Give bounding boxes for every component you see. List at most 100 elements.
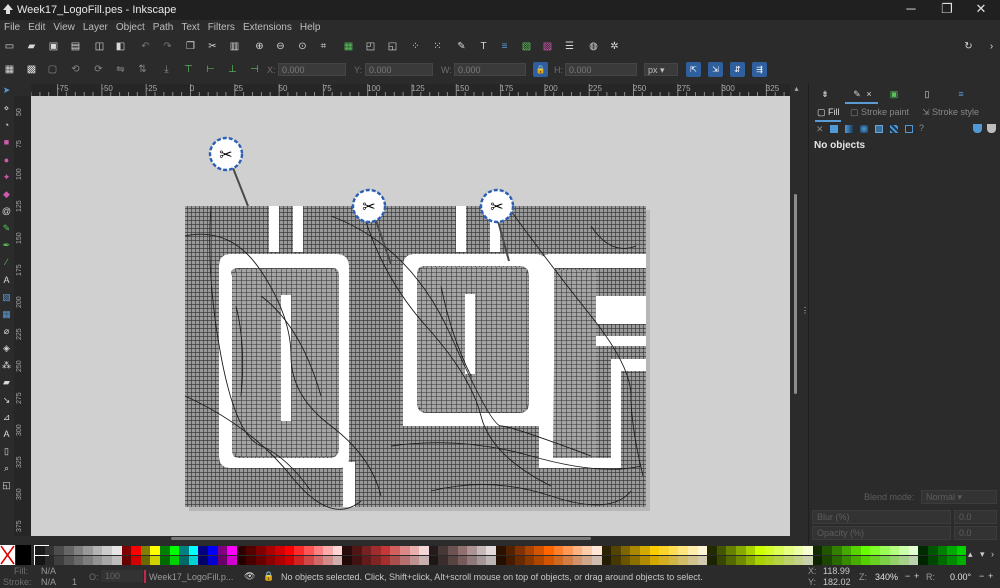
color-swatch[interactable] xyxy=(534,546,544,555)
blend-mode-select[interactable]: Normal ▾ xyxy=(921,490,997,504)
color-swatch[interactable] xyxy=(812,546,823,555)
color-swatch[interactable] xyxy=(236,546,247,555)
color-swatch[interactable] xyxy=(726,556,736,565)
color-swatch[interactable] xyxy=(352,556,362,565)
color-swatch[interactable] xyxy=(332,546,343,555)
color-swatch[interactable] xyxy=(448,546,458,555)
fill-stroke-icon[interactable]: ☰ xyxy=(563,40,576,53)
trim-marker[interactable]: ✂ xyxy=(351,188,387,224)
color-swatch[interactable] xyxy=(822,546,832,555)
color-swatch[interactable] xyxy=(467,546,477,555)
layer-visibility-icon[interactable]: 👁 xyxy=(244,571,255,582)
color-swatch[interactable] xyxy=(102,546,112,555)
color-swatch[interactable] xyxy=(937,556,948,565)
color-swatch[interactable] xyxy=(198,556,208,565)
lock-ratio-icon[interactable]: 🔒 xyxy=(533,62,548,77)
color-swatch[interactable] xyxy=(54,546,64,555)
color-swatch[interactable] xyxy=(438,546,448,555)
color-swatch[interactable] xyxy=(121,546,132,555)
stroke-value[interactable]: N/A xyxy=(41,577,56,587)
color-swatch[interactable] xyxy=(947,556,957,565)
color-swatch[interactable] xyxy=(457,546,468,555)
duplicate-icon[interactable]: ▦ xyxy=(342,40,355,53)
document-properties-icon[interactable]: ◍ xyxy=(587,40,600,53)
color-swatch[interactable] xyxy=(390,556,400,565)
maximize-button[interactable]: ❐ xyxy=(928,0,966,20)
color-swatch[interactable] xyxy=(860,546,871,555)
blur-value-field[interactable]: 0.0 xyxy=(954,510,997,524)
zoom-page-icon[interactable]: ⊙ xyxy=(296,40,309,53)
gradient-tool-icon[interactable]: ▧ xyxy=(0,291,13,304)
color-swatch[interactable] xyxy=(601,556,612,565)
color-swatch[interactable] xyxy=(323,556,333,565)
opacity-slider[interactable]: Opacity (%) xyxy=(812,526,951,540)
color-swatch[interactable] xyxy=(918,556,928,565)
palette-menu-icon[interactable]: › xyxy=(991,549,994,559)
color-swatch[interactable] xyxy=(352,546,362,555)
open-icon[interactable]: ▰ xyxy=(25,40,38,53)
lower-to-bottom-icon[interactable]: ⊣ xyxy=(248,63,261,76)
color-swatch[interactable] xyxy=(112,556,122,565)
clone-icon[interactable]: ◰ xyxy=(364,40,377,53)
color-swatch[interactable] xyxy=(16,545,31,565)
color-swatch[interactable] xyxy=(208,546,218,555)
color-swatch[interactable] xyxy=(150,546,160,555)
dock-handle-icon[interactable]: ⋮ xyxy=(801,306,809,316)
color-swatch[interactable] xyxy=(563,546,573,555)
rotate-ccw-icon[interactable]: ⟲ xyxy=(69,63,82,76)
select-all-layers-icon[interactable]: ▩ xyxy=(25,63,38,76)
color-swatch[interactable] xyxy=(419,546,429,555)
menu-filters[interactable]: Filters xyxy=(204,20,239,36)
color-swatch[interactable] xyxy=(707,556,717,565)
color-swatch[interactable] xyxy=(179,546,189,555)
fill-value[interactable]: N/A xyxy=(41,566,56,576)
color-swatch[interactable] xyxy=(736,546,746,555)
color-swatch[interactable] xyxy=(649,546,660,555)
color-swatch[interactable] xyxy=(928,556,938,565)
color-swatch[interactable] xyxy=(227,546,237,555)
color-swatch[interactable] xyxy=(35,556,45,565)
color-swatch[interactable] xyxy=(179,556,189,565)
ungroup-icon[interactable]: ⁙ xyxy=(431,40,444,53)
tweak-tool-icon[interactable]: ◔ xyxy=(0,119,13,132)
color-swatch[interactable] xyxy=(400,546,410,555)
color-swatch[interactable] xyxy=(188,546,199,555)
flip-horizontal-icon[interactable]: ⇋ xyxy=(114,63,127,76)
color-swatch[interactable] xyxy=(582,546,592,555)
color-swatch[interactable] xyxy=(832,556,842,565)
color-swatch[interactable] xyxy=(745,546,756,555)
menu-text[interactable]: Text xyxy=(177,20,203,36)
color-swatch[interactable] xyxy=(851,546,861,555)
color-swatch[interactable] xyxy=(928,546,938,555)
color-swatch[interactable] xyxy=(524,546,535,555)
palette-scroll-down-icon[interactable]: ▾ xyxy=(980,549,985,560)
no-paint-swatch[interactable] xyxy=(0,545,15,565)
no-paint-icon[interactable]: ✕ xyxy=(816,124,824,135)
minimize-button[interactable]: ─ xyxy=(892,0,930,20)
color-swatch[interactable] xyxy=(486,546,496,555)
rotate-cw-icon[interactable]: ⟳ xyxy=(92,63,105,76)
color-swatch[interactable] xyxy=(515,556,525,565)
color-swatch[interactable] xyxy=(774,546,784,555)
zoom-tool-icon[interactable]: ⌕ xyxy=(0,462,13,475)
color-swatch[interactable] xyxy=(83,556,93,565)
color-swatch[interactable] xyxy=(956,546,967,555)
color-swatch[interactable] xyxy=(54,556,64,565)
color-swatch[interactable] xyxy=(313,556,324,565)
mesh-tool-icon[interactable]: ▦ xyxy=(0,308,13,321)
spiral-tool-icon[interactable]: @ xyxy=(0,205,13,218)
color-swatch[interactable] xyxy=(419,556,429,565)
color-swatch[interactable] xyxy=(371,546,381,555)
rotation-plus-icon[interactable]: + xyxy=(988,571,993,581)
color-swatch[interactable] xyxy=(908,546,919,555)
save-icon[interactable]: ▣ xyxy=(47,40,60,53)
color-swatch[interactable] xyxy=(476,556,487,565)
paste-icon[interactable]: ▥ xyxy=(228,40,241,53)
mesh-gradient-icon[interactable] xyxy=(875,125,883,133)
stroke-paint-subtab[interactable]: ▢ Stroke paint xyxy=(850,107,909,118)
raise-top-icon[interactable]: ⊤ xyxy=(182,63,195,76)
print-icon[interactable]: ▤ xyxy=(69,40,82,53)
color-swatch[interactable] xyxy=(428,556,439,565)
flat-color-icon[interactable] xyxy=(830,125,838,133)
trim-marker[interactable]: ✂ xyxy=(208,136,244,172)
